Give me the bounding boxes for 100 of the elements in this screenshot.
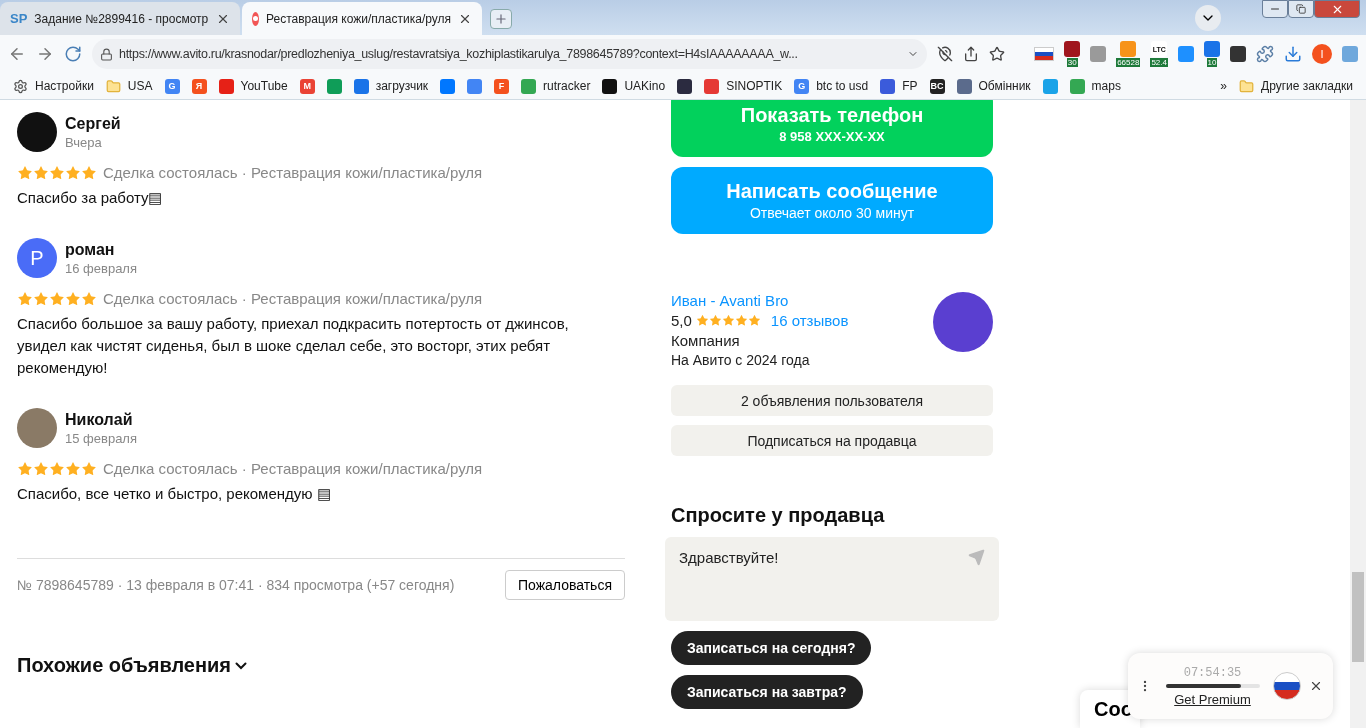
extension-badge: 66528 [1116,58,1141,67]
star-icon [33,290,49,307]
bookmark-link[interactable]: BC [929,78,945,94]
seller-since: На Авито с 2024 года [671,352,811,368]
star-icon [65,460,81,477]
bookmark-link[interactable]: G btc to usd [794,78,869,94]
reviewer-name: роман [65,240,116,259]
forward-icon[interactable] [36,45,54,63]
scrollbar[interactable] [1350,100,1366,728]
deal-info: Сделка состоялась · Реставрация кожи/пластика/руля [103,290,483,307]
bookmark-link[interactable]: UAKino [602,78,666,94]
tab-favicon: SP [10,11,28,26]
address-bar[interactable]: https://www.avito.ru/krasnodar/predlozheniya_uslug/restavratsiya_kozhiplastikarulya_7898645789?context=H4sIAAAAAAAA_w... [92,39,927,69]
review-date: 15 февраля [65,430,137,446]
quick-question-chip[interactable]: Записаться на завтра? [671,675,863,709]
listing-meta: № 7898645789 · 13 февраля в 07:41 · 834 просмотра (+57 сегодня) [17,577,455,593]
star-icon [17,290,33,307]
tab-title: Задание №2899416 - просмотр [34,11,209,26]
puzzle-icon[interactable] [1256,45,1274,63]
deal-info: Сделка состоялась · Реставрация кожи/пластика/руля [103,164,483,181]
bookmark-icon: G [794,78,810,94]
extension-badge: 10 [1206,58,1218,67]
lock-icon [100,47,113,61]
review-text: Спасибо за работу▤ [17,188,164,208]
seller-logo[interactable] [933,292,993,352]
review-date: 16 февраля [65,260,137,276]
close-icon[interactable] [1309,679,1323,693]
bookmark-link[interactable]: Обмінник [956,78,1031,94]
bookmark-link[interactable]: Настройки [13,78,94,94]
reviewer-name: Сергей [65,114,121,133]
extension-icon[interactable] [1064,41,1081,57]
new-tab-button[interactable] [490,9,512,29]
star-icon [81,164,97,181]
restore-icon [1296,4,1306,14]
star-icon [49,164,65,181]
star-icon [81,290,97,307]
bookmark-link[interactable]: USA [105,78,153,94]
photo-placeholder [17,408,57,448]
bookmark-link[interactable]: maps [1069,78,1121,94]
get-premium-link[interactable]: Get Premium [1174,691,1251,707]
folder-icon [105,78,121,94]
star-icon [65,290,81,307]
deal-info: Сделка состоялась · Реставрация кожи/пластика/руля [103,460,483,477]
tab-search-button[interactable] [1195,5,1221,31]
reviewer-name: Николай [65,410,134,429]
browser-tab[interactable]: SP Задание №2899416 - просмотр [0,2,240,35]
star-icon [33,460,49,477]
star-icon [747,314,761,327]
star-icon [33,164,49,181]
extension-badge: 52.4 [1150,58,1168,67]
close-window-button[interactable] [1314,0,1360,18]
bookmark-link[interactable]: загрузчик [353,78,429,94]
back-icon[interactable] [8,45,26,63]
folder-icon [1239,78,1255,94]
browser-tab[interactable]: Реставрация кожи/пластика/руля [242,2,482,35]
message-field[interactable]: Здравствуйте! [665,537,999,621]
other-bookmarks-link[interactable]: Другие закладки [1239,78,1353,94]
bookmark-star-icon[interactable] [989,46,1005,62]
timer-text: 07:54:35 [1183,665,1242,680]
star-icon [81,460,97,477]
extension-icon[interactable] [1230,46,1246,62]
bookmark-link[interactable]: M [299,78,315,94]
url-text: https://www.avito.ru/krasnodar/predlozheniya_uslug/restavratsiya_kozhiplastikarulya_7898645789?context=H4sIAAAAAAAA_w... [119,47,799,61]
seller-action-button[interactable]: Подписаться на продавца [671,425,993,456]
chevron-down-icon [235,661,248,670]
similar-listings-toggle[interactable]: Похожие объявления [17,654,248,677]
bookmark-link[interactable]: YouTube [218,78,288,94]
reload-icon[interactable] [64,45,82,63]
quick-question-chip[interactable]: Записаться на сегодня? [671,631,872,665]
flag-icon[interactable] [1273,672,1301,700]
location-blocked-icon[interactable] [937,46,953,62]
avatar-circle: Р [17,238,57,278]
plus-icon [494,12,508,26]
seller-action-button[interactable]: 2 объявления пользователя [671,385,993,416]
star-icon [49,290,65,307]
star-icon [49,460,65,477]
review-text: Спасибо, все четко и быстро, рекомендую ▤ [17,484,332,504]
review-date: Вчера [65,134,103,150]
flag-icon[interactable] [1034,47,1055,61]
report-button[interactable]: Пожаловаться [505,570,625,600]
bookmark-link[interactable]: rutracker [521,78,591,94]
share-icon[interactable] [963,46,979,62]
bookmark-link[interactable]: SINOPTIK [704,78,783,94]
star-icon [17,164,33,181]
star-icon [695,314,709,327]
star-icon [721,314,735,327]
star-icon [734,314,748,327]
extension-badge: 30 [1066,58,1078,67]
restore-button[interactable] [1288,0,1314,18]
more-bookmarks-button[interactable]: » [1220,79,1228,93]
seller-type: Компания [671,332,741,349]
tab-title: Реставрация кожи/пластика/руля [266,11,451,26]
download-icon[interactable] [1284,45,1302,63]
minimize-button[interactable] [1262,0,1288,18]
settings-icon [13,78,28,94]
bookmark-link[interactable] [677,78,693,94]
star-icon [65,164,81,181]
bookmark-link[interactable]: G [164,78,180,94]
bookmark-link[interactable]: FP [880,78,918,94]
ask-seller-heading: Спросите у продавца [671,504,886,527]
